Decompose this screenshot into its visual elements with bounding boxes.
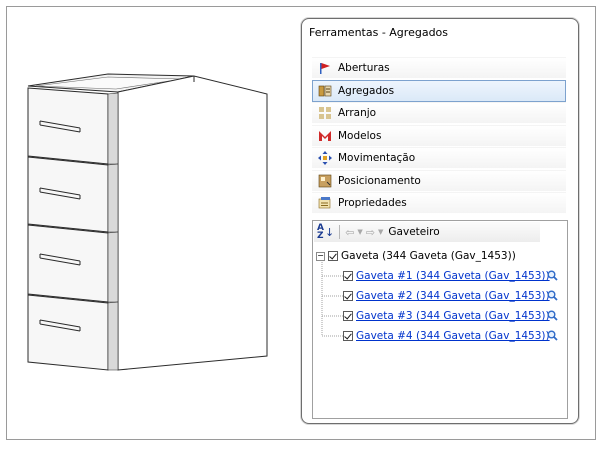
drawer-front-3[interactable] — [27, 224, 119, 303]
menu-item-label: Modelos — [338, 129, 382, 142]
position-icon — [318, 174, 332, 187]
menu-item-aberturas[interactable]: Aberturas — [312, 57, 566, 79]
tree-item-checkbox[interactable] — [343, 271, 353, 281]
tree-root[interactable]: − Gaveta (344 Gaveta (Gav_1453)) — [316, 250, 516, 262]
models-icon — [319, 130, 331, 141]
menu-item-label: Agregados — [338, 84, 395, 97]
tree-item-link[interactable]: Gaveta #2 (344 Gaveta (Gav_1453)) — [356, 290, 550, 302]
menu-item-posicionamento[interactable]: Posicionamento — [312, 169, 566, 192]
cabinet-3d-view[interactable] — [22, 64, 282, 384]
magnify-icon[interactable] — [547, 310, 558, 321]
tools-panel: Ferramentas - Agregados Aberturas Agrega… — [301, 18, 579, 424]
menu-item-label: Arranjo — [338, 107, 377, 119]
tree-root-checkbox[interactable] — [328, 251, 338, 261]
menu-item-arranjo[interactable]: Arranjo — [312, 102, 566, 124]
menu-item-propriedades[interactable]: Propriedades — [312, 192, 566, 214]
grid-icon — [319, 107, 331, 119]
menu-item-label: Movimentação — [338, 152, 416, 164]
tree-item-checkbox[interactable] — [343, 331, 353, 341]
tree-item-checkbox[interactable] — [343, 311, 353, 321]
tree-item-gaveta-2[interactable]: Gaveta #2 (344 Gaveta (Gav_1453)) — [343, 290, 550, 302]
cabinet-side — [117, 75, 268, 371]
drawer-front-2[interactable] — [27, 156, 119, 233]
menu-item-modelos[interactable]: Modelos — [312, 124, 566, 147]
tree-item-gaveta-4[interactable]: Gaveta #4 (344 Gaveta (Gav_1453)) — [343, 330, 550, 342]
aggregates-tree[interactable]: AZ ↓ ⇦ ▼ ⇨ ▼ Gaveteiro − Gaveta (344 Gav… — [312, 220, 568, 419]
tree-item-link[interactable]: Gaveta #1 (344 Gaveta (Gav_1453)) — [356, 270, 550, 282]
drawer-front-1[interactable] — [27, 87, 119, 165]
tree-item-link[interactable]: Gaveta #4 (344 Gaveta (Gav_1453)) — [356, 330, 550, 342]
menu-item-label: Propriedades — [338, 197, 407, 209]
magnify-icon[interactable] — [547, 330, 558, 341]
menu-item-label: Aberturas — [338, 62, 390, 74]
panel-title: Ferramentas - Agregados — [309, 26, 449, 39]
collapse-icon[interactable]: − — [316, 251, 325, 261]
move-icon — [318, 151, 332, 165]
magnify-icon[interactable] — [547, 290, 558, 301]
tree-root-label[interactable]: Gaveta (344 Gaveta (Gav_1453)) — [341, 250, 516, 262]
flag-icon — [320, 63, 330, 74]
magnify-icon[interactable] — [547, 270, 558, 281]
tree-item-gaveta-3[interactable]: Gaveta #3 (344 Gaveta (Gav_1453)) — [343, 310, 550, 322]
menu-item-movimentacao[interactable]: Movimentação — [312, 147, 566, 169]
menu-item-label: Posicionamento — [338, 174, 421, 187]
tree-item-gaveta-1[interactable]: Gaveta #1 (344 Gaveta (Gav_1453)) — [343, 270, 550, 282]
tools-menu: Aberturas Agregados Arranjo Modelos Movi… — [312, 57, 566, 215]
tree-item-link[interactable]: Gaveta #3 (344 Gaveta (Gav_1453)) — [356, 310, 550, 322]
tree-item-checkbox[interactable] — [343, 291, 353, 301]
drawer-aggregate-icon — [318, 85, 332, 96]
menu-item-agregados[interactable]: Agregados — [312, 79, 566, 102]
drawer-front-4[interactable] — [27, 294, 119, 371]
properties-icon — [318, 197, 331, 209]
